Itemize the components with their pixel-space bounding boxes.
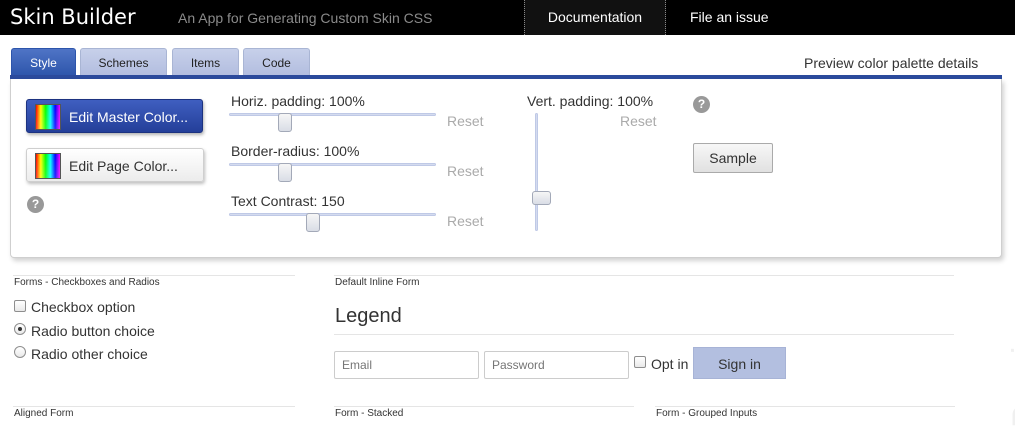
- inline-form-title: Default Inline Form: [335, 277, 420, 288]
- email-input[interactable]: [334, 351, 479, 379]
- nav-file-issue[interactable]: File an issue: [690, 0, 769, 35]
- help-icon[interactable]: ?: [27, 196, 44, 213]
- form-legend: Legend: [335, 305, 402, 327]
- vert-padding-reset[interactable]: Reset: [620, 113, 657, 129]
- preview-palette-link[interactable]: Preview color palette details: [804, 55, 978, 71]
- horiz-padding-reset[interactable]: Reset: [447, 113, 484, 129]
- password-input[interactable]: [484, 351, 629, 379]
- color-spectrum-icon: [35, 153, 61, 179]
- vert-padding-track[interactable]: [535, 113, 538, 231]
- horiz-padding-label: Horiz. padding: 100%: [231, 93, 365, 109]
- preview-side-label: Preview: [1006, 300, 1015, 428]
- section-divider: [13, 275, 295, 276]
- stacked-form-title: Form - Stacked: [335, 408, 404, 419]
- legend-divider: [334, 334, 954, 335]
- text-contrast-reset[interactable]: Reset: [447, 213, 484, 229]
- help-icon[interactable]: ?: [693, 96, 710, 113]
- top-bar: Skin Builder An App for Generating Custo…: [0, 0, 1015, 35]
- section-divider: [13, 406, 295, 407]
- edit-master-color-label: Edit Master Color...: [69, 109, 189, 125]
- opt-in-checkbox[interactable]: [634, 356, 646, 368]
- border-radius-slider-handle[interactable]: [278, 163, 292, 182]
- app-tagline: An App for Generating Custom Skin CSS: [178, 10, 433, 26]
- aligned-form-title: Aligned Form: [14, 408, 74, 419]
- radio-button-choice[interactable]: [14, 323, 26, 335]
- horiz-padding-track[interactable]: [229, 113, 436, 116]
- tab-style[interactable]: Style: [11, 48, 76, 76]
- border-radius-label: Border-radius: 100%: [231, 143, 360, 159]
- checkbox-option-label[interactable]: Checkbox option: [31, 299, 135, 315]
- section-divider: [334, 406, 634, 407]
- sign-in-button[interactable]: Sign in: [693, 347, 786, 379]
- border-radius-reset[interactable]: Reset: [447, 163, 484, 179]
- edit-page-color-label: Edit Page Color...: [69, 158, 178, 174]
- tab-code[interactable]: Code: [243, 48, 310, 76]
- text-contrast-slider-handle[interactable]: [306, 213, 320, 232]
- color-spectrum-icon: [35, 104, 61, 130]
- edit-master-color-button[interactable]: Edit Master Color...: [26, 99, 203, 133]
- radio-other-choice-label[interactable]: Radio other choice: [31, 346, 148, 362]
- vert-padding-label: Vert. padding: 100%: [527, 93, 654, 109]
- section-divider: [655, 406, 955, 407]
- section-divider: [334, 275, 954, 276]
- nav-documentation[interactable]: Documentation: [524, 0, 666, 35]
- checkboxes-section-title: Forms - Checkboxes and Radios: [14, 277, 160, 288]
- style-panel: Edit Master Color... Edit Page Color... …: [10, 79, 1002, 258]
- grouped-inputs-title: Form - Grouped Inputs: [656, 408, 758, 419]
- tab-items[interactable]: Items: [172, 48, 239, 76]
- radio-other-choice[interactable]: [14, 346, 26, 358]
- opt-in-label[interactable]: Opt in: [651, 356, 688, 372]
- app-brand[interactable]: Skin Builder: [10, 5, 136, 29]
- horiz-padding-slider-handle[interactable]: [278, 113, 292, 132]
- checkbox-option-box[interactable]: [14, 300, 26, 312]
- sample-button[interactable]: Sample: [693, 143, 773, 173]
- vert-padding-slider-handle[interactable]: [532, 191, 551, 205]
- text-contrast-track[interactable]: [229, 213, 436, 216]
- radio-button-choice-label[interactable]: Radio button choice: [31, 323, 155, 339]
- border-radius-track[interactable]: [229, 163, 436, 166]
- tab-schemes[interactable]: Schemes: [80, 48, 167, 76]
- text-contrast-label: Text Contrast: 150: [231, 193, 345, 209]
- edit-page-color-button[interactable]: Edit Page Color...: [26, 148, 204, 182]
